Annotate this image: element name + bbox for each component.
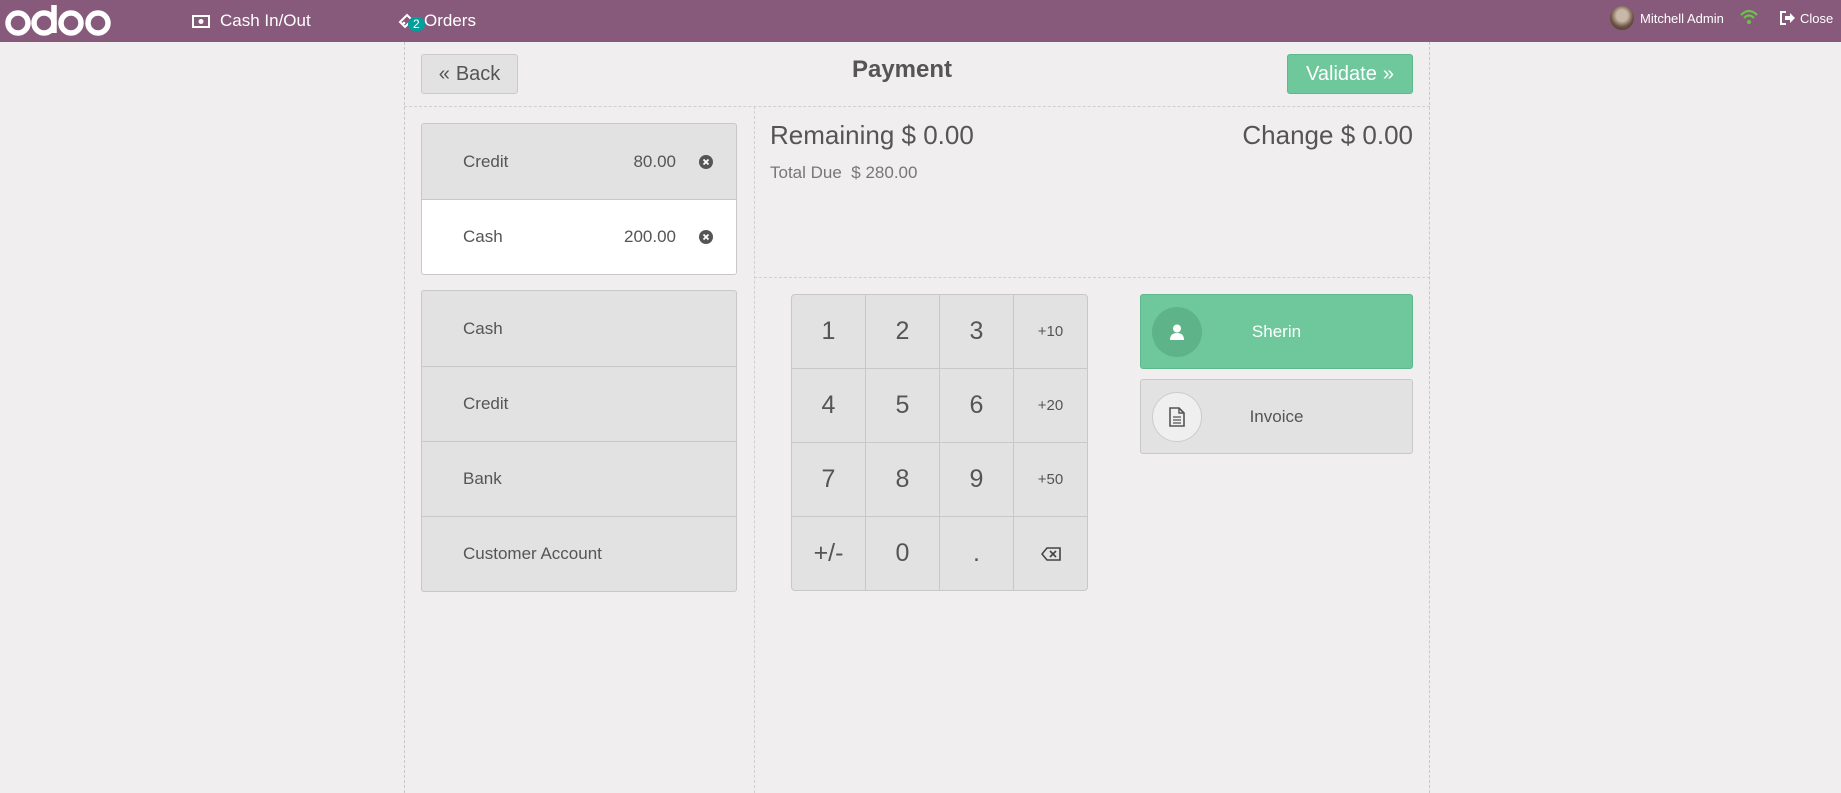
numpad-key-decimal[interactable]: . bbox=[940, 517, 1013, 590]
remaining-label: Remaining bbox=[770, 120, 895, 150]
payment-methods: Cash Credit Bank Customer Account bbox=[421, 290, 737, 592]
numpad-key-7[interactable]: 7 bbox=[792, 443, 865, 516]
avatar bbox=[1610, 6, 1634, 30]
numpad-key-5[interactable]: 5 bbox=[866, 369, 939, 442]
backspace-icon bbox=[1040, 546, 1061, 561]
column-divider bbox=[754, 106, 755, 793]
total-due-label: Total Due bbox=[770, 163, 842, 182]
payment-line-selected[interactable]: Cash 200.00 bbox=[422, 199, 736, 274]
sign-out-icon bbox=[1780, 11, 1796, 25]
cash-in-out-label: Cash In/Out bbox=[220, 11, 311, 30]
orders-count-badge: 2 bbox=[408, 17, 425, 31]
payment-method-cash[interactable]: Cash bbox=[422, 291, 736, 366]
orders-button[interactable]: 2 Orders bbox=[398, 0, 476, 42]
numpad: 1 2 3 +10 4 5 6 +20 7 8 9 +50 +/- 0 . bbox=[791, 294, 1088, 591]
payment-method-credit[interactable]: Credit bbox=[422, 366, 736, 441]
numpad-key-2[interactable]: 2 bbox=[866, 295, 939, 368]
user-name: Mitchell Admin bbox=[1640, 10, 1724, 26]
numpad-key-6[interactable]: 6 bbox=[940, 369, 1013, 442]
numpad-key-0[interactable]: 0 bbox=[866, 517, 939, 590]
wifi-icon bbox=[1739, 8, 1759, 31]
remaining-value: $ 0.00 bbox=[901, 120, 974, 150]
top-bar: Cash In/Out 2 Orders Mitchell Admin Clos… bbox=[0, 0, 1841, 42]
times-circle-icon bbox=[699, 154, 713, 169]
ticket-icon: 2 bbox=[398, 13, 425, 31]
total-due-value: $ 280.00 bbox=[851, 163, 918, 182]
numpad-key-plus-minus[interactable]: +/- bbox=[792, 517, 865, 590]
money-icon bbox=[192, 14, 210, 28]
payment-line[interactable]: Credit 80.00 bbox=[422, 124, 736, 199]
cash-in-out-button[interactable]: Cash In/Out bbox=[192, 0, 311, 42]
numpad-key-9[interactable]: 9 bbox=[940, 443, 1013, 516]
numpad-key-8[interactable]: 8 bbox=[866, 443, 939, 516]
payment-line-method: Cash bbox=[463, 227, 503, 246]
header-divider bbox=[404, 106, 1430, 107]
payment-line-amount: 80.00 bbox=[633, 151, 676, 171]
payment-line-method: Credit bbox=[463, 151, 509, 171]
total-due: Total Due $ 280.00 bbox=[770, 163, 917, 183]
numpad-key-plus-10[interactable]: +10 bbox=[1014, 295, 1087, 368]
document-icon bbox=[1169, 407, 1185, 427]
delete-line-button[interactable] bbox=[676, 230, 736, 244]
numpad-key-backspace[interactable] bbox=[1014, 517, 1087, 590]
odoo-logo bbox=[5, 5, 111, 36]
validate-label: Validate bbox=[1306, 62, 1377, 85]
payment-method-bank[interactable]: Bank bbox=[422, 441, 736, 516]
back-button[interactable]: « Back bbox=[421, 54, 518, 94]
payment-line-amount: 200.00 bbox=[624, 227, 676, 246]
back-label: Back bbox=[455, 62, 501, 85]
payment-lines: Credit 80.00 Cash 200.00 bbox=[421, 123, 737, 275]
close-button[interactable]: Close bbox=[1780, 0, 1833, 36]
validate-button[interactable]: Validate » bbox=[1287, 54, 1413, 94]
change-value: $ 0.00 bbox=[1340, 120, 1413, 150]
orders-label: Orders bbox=[424, 11, 476, 30]
numpad-key-4[interactable]: 4 bbox=[792, 369, 865, 442]
invoice-button[interactable]: Invoice bbox=[1140, 379, 1413, 454]
double-chevron-right-icon: » bbox=[1382, 62, 1394, 85]
customer-name: Sherin bbox=[1251, 321, 1302, 341]
customer-button[interactable]: Sherin bbox=[1140, 294, 1413, 369]
user-icon bbox=[1170, 324, 1184, 340]
numpad-key-plus-50[interactable]: +50 bbox=[1014, 443, 1087, 516]
double-chevron-left-icon: « bbox=[438, 62, 450, 85]
summary-divider bbox=[754, 277, 1430, 278]
change-label: Change bbox=[1242, 120, 1334, 150]
numpad-key-1[interactable]: 1 bbox=[792, 295, 865, 368]
remaining-amount: Remaining $ 0.00 bbox=[770, 120, 974, 151]
user-menu[interactable]: Mitchell Admin bbox=[1610, 0, 1724, 36]
close-label: Close bbox=[1800, 10, 1834, 26]
change-amount: Change $ 0.00 bbox=[1242, 120, 1413, 151]
payment-method-customer-account[interactable]: Customer Account bbox=[422, 516, 736, 591]
invoice-label: Invoice bbox=[1249, 406, 1304, 426]
numpad-key-3[interactable]: 3 bbox=[940, 295, 1013, 368]
delete-line-button[interactable] bbox=[676, 154, 736, 169]
page-title: Payment bbox=[851, 56, 953, 83]
times-circle-icon bbox=[699, 230, 713, 244]
numpad-key-plus-20[interactable]: +20 bbox=[1014, 369, 1087, 442]
